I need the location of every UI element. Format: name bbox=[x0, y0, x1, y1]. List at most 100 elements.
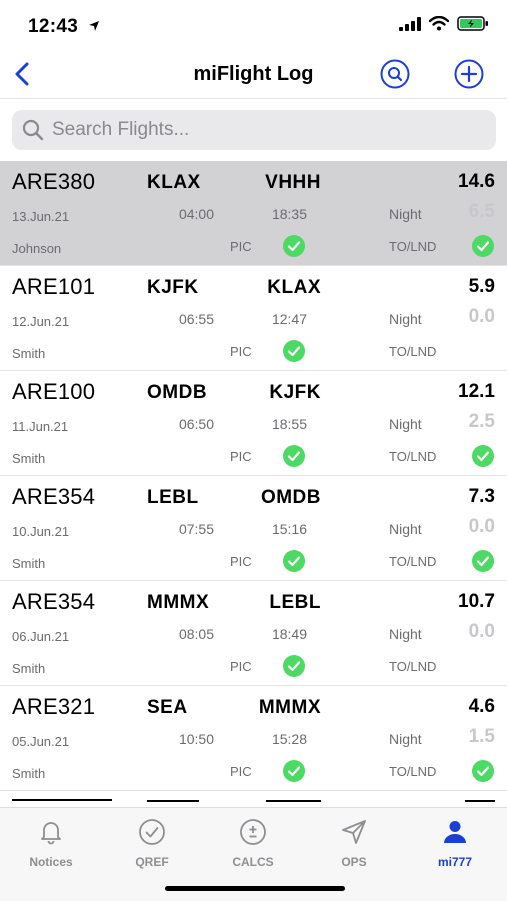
flight-number: ARE354 bbox=[12, 484, 96, 509]
partial-row-text bbox=[147, 800, 199, 807]
page-title: miFlight Log bbox=[193, 63, 314, 85]
arrival-airport: OMDB bbox=[260, 487, 321, 508]
flight-row[interactable]: ARE380 KLAX VHHH 14.6 13.Jun.21 04:00 18:35 Nig… bbox=[0, 161, 507, 266]
flight-row[interactable]: ARE101 KJFK KLAX 5.9 12.Jun.21 06:55 12:47 Nigh… bbox=[0, 266, 507, 371]
arrival-airport: VHHH bbox=[265, 172, 321, 193]
pic-label: PIC bbox=[230, 764, 252, 779]
night-hours: 1.5 bbox=[468, 726, 495, 747]
departure-airport: SEA bbox=[147, 697, 188, 718]
check-icon bbox=[472, 235, 494, 257]
arrival-airport: MMMX bbox=[258, 697, 321, 718]
tab-label: CALCS bbox=[232, 855, 274, 869]
search-icon bbox=[22, 119, 44, 141]
flight-number: ARE380 bbox=[12, 169, 96, 194]
pilot-name: Smith bbox=[12, 661, 46, 676]
paper-plane-icon bbox=[342, 820, 366, 844]
night-hours: 0.0 bbox=[468, 306, 495, 327]
pilot-name: Smith bbox=[12, 766, 46, 781]
in-time: 18:55 bbox=[271, 416, 307, 432]
person-icon bbox=[444, 821, 466, 843]
out-time: 06:50 bbox=[178, 416, 214, 432]
to-lnd-label: TO/LND bbox=[389, 344, 437, 359]
pic-label: PIC bbox=[230, 239, 252, 254]
in-time: 18:35 bbox=[271, 206, 307, 222]
departure-airport: KLAX bbox=[147, 172, 201, 193]
night-hours: 0.0 bbox=[468, 621, 495, 642]
status-icons bbox=[399, 16, 489, 31]
out-time: 04:00 bbox=[178, 206, 214, 222]
departure-airport: KJFK bbox=[147, 277, 199, 298]
flight-row[interactable]: ARE354 MMMX LEBL 10.7 06.Jun.21 08:05 18:49 Nig… bbox=[0, 581, 507, 686]
tab-calcs[interactable]: CALCS bbox=[213, 818, 293, 869]
search-input[interactable] bbox=[52, 110, 482, 150]
flight-date: 11.Jun.21 bbox=[12, 419, 69, 434]
check-icon bbox=[472, 445, 494, 467]
flight-row[interactable]: ARE100 OMDB KJFK 12.1 11.Jun.21 06:50 18:55 Nig… bbox=[0, 371, 507, 476]
arrival-airport: KLAX bbox=[267, 277, 321, 298]
check-icon bbox=[472, 550, 494, 572]
departure-airport: LEBL bbox=[147, 487, 199, 508]
to-lnd-label: TO/LND bbox=[389, 239, 437, 254]
wifi-icon bbox=[429, 16, 449, 31]
flight-date: 05.Jun.21 bbox=[12, 734, 70, 749]
in-time: 15:28 bbox=[271, 731, 307, 747]
in-time: 12:47 bbox=[271, 311, 307, 327]
home-indicator[interactable] bbox=[165, 886, 345, 891]
flight-row[interactable]: ARE354 LEBL OMDB 7.3 10.Jun.21 07:55 15:16 Nigh… bbox=[0, 476, 507, 581]
status-time: 12:43 bbox=[28, 16, 79, 37]
check-icon bbox=[283, 235, 305, 257]
tab-mi777[interactable]: mi777 bbox=[415, 818, 495, 869]
plus-minus-icon bbox=[240, 819, 266, 845]
night-label: Night bbox=[389, 416, 422, 432]
check-icon bbox=[283, 340, 305, 362]
to-lnd-label: TO/LND bbox=[389, 659, 437, 674]
flight-list[interactable]: ARE380 KLAX VHHH 14.6 13.Jun.21 04:00 18:35 Nig… bbox=[0, 161, 507, 807]
pic-label: PIC bbox=[230, 344, 252, 359]
tab-label: Notices bbox=[29, 855, 73, 869]
bell-icon bbox=[41, 822, 61, 845]
pic-label: PIC bbox=[230, 659, 252, 674]
check-icon bbox=[283, 445, 305, 467]
flight-date: 12.Jun.21 bbox=[12, 314, 70, 329]
tab-qref[interactable]: QREF bbox=[112, 818, 192, 869]
flight-date: 10.Jun.21 bbox=[12, 524, 70, 539]
pilot-name: Smith bbox=[12, 451, 46, 466]
flight-row-partial[interactable] bbox=[0, 791, 507, 807]
night-label: Night bbox=[389, 311, 422, 327]
check-circle-icon bbox=[139, 819, 165, 845]
tab-bar: Notices QREF CALCS OPS mi777 bbox=[0, 807, 507, 901]
night-label: Night bbox=[389, 206, 422, 222]
flight-hours: 10.7 bbox=[458, 591, 495, 612]
flight-number: ARE101 bbox=[12, 274, 96, 299]
departure-airport: MMMX bbox=[147, 592, 210, 613]
tab-label: QREF bbox=[135, 855, 169, 869]
flight-row[interactable]: ARE321 SEA MMMX 4.6 05.Jun.21 10:50 15:28 Night… bbox=[0, 686, 507, 791]
flight-hours: 4.6 bbox=[468, 696, 495, 717]
tab-label: mi777 bbox=[437, 855, 473, 869]
out-time: 10:50 bbox=[178, 731, 214, 747]
arrival-airport: KJFK bbox=[269, 382, 321, 403]
navigation-bar: miFlight Log bbox=[0, 50, 507, 99]
signal-icon bbox=[399, 16, 421, 31]
tab-notices[interactable]: Notices bbox=[11, 818, 91, 869]
to-lnd-label: TO/LND bbox=[389, 764, 437, 779]
to-lnd-label: TO/LND bbox=[389, 554, 437, 569]
flight-number: ARE354 bbox=[12, 589, 96, 614]
night-hours: 2.5 bbox=[468, 411, 495, 432]
tab-ops[interactable]: OPS bbox=[314, 818, 394, 869]
location-arrow-icon bbox=[89, 21, 99, 31]
partial-row-text bbox=[266, 800, 321, 807]
pic-label: PIC bbox=[230, 554, 252, 569]
night-label: Night bbox=[389, 521, 422, 537]
to-lnd-label: TO/LND bbox=[389, 449, 437, 464]
search-circle-icon[interactable] bbox=[380, 59, 410, 89]
pic-label: PIC bbox=[230, 449, 252, 464]
check-icon bbox=[283, 550, 305, 572]
flight-number: ARE321 bbox=[12, 694, 96, 719]
in-time: 18:49 bbox=[271, 626, 307, 642]
out-time: 08:05 bbox=[178, 626, 214, 642]
pilot-name: Smith bbox=[12, 346, 46, 361]
add-flight-icon[interactable] bbox=[454, 59, 484, 89]
departure-airport: OMDB bbox=[147, 382, 208, 403]
battery-icon bbox=[457, 16, 488, 31]
